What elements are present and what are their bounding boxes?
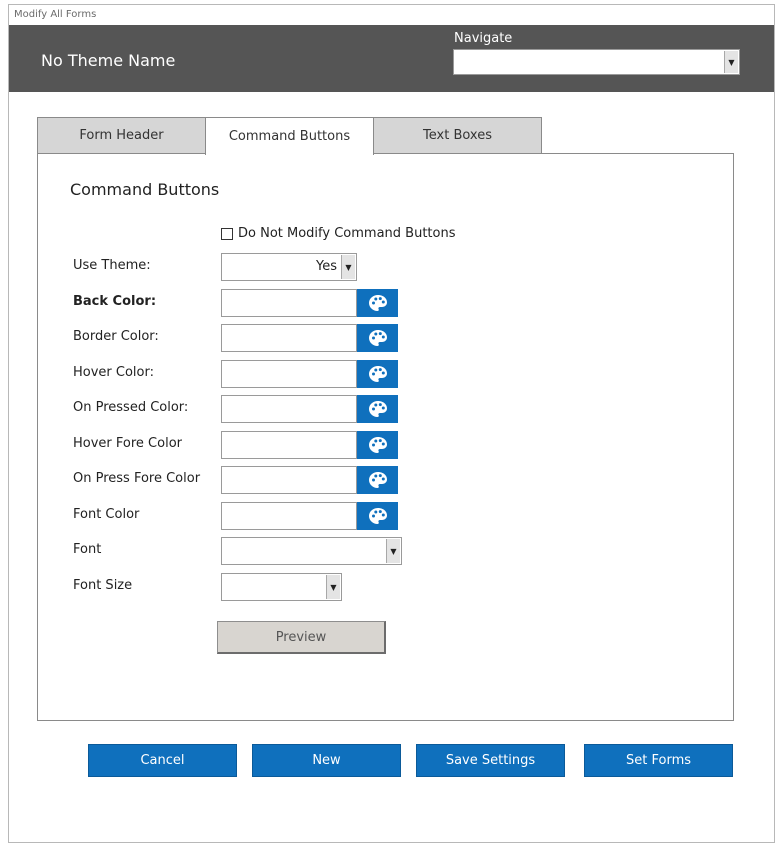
font-size-dropdown[interactable]: ▼ [221, 573, 342, 601]
palette-icon [368, 366, 387, 382]
navigate-dropdown[interactable]: ▼ [453, 49, 740, 75]
hover-fore-color-label: Hover Fore Color [73, 436, 182, 451]
chevron-down-icon[interactable]: ▼ [724, 51, 738, 73]
on-pressed-color-label: On Pressed Color: [73, 400, 189, 415]
section-title: Command Buttons [70, 180, 220, 199]
save-settings-button[interactable]: Save Settings [416, 744, 565, 777]
do-not-modify-checkbox[interactable] [221, 227, 233, 240]
border-color-field[interactable] [221, 324, 357, 352]
on-press-fore-color-field[interactable] [221, 466, 357, 494]
window-title: Modify All Forms [14, 9, 97, 20]
tab-label: Text Boxes [423, 128, 492, 143]
border-color-label: Border Color: [73, 329, 159, 344]
cancel-button[interactable]: Cancel [88, 744, 237, 777]
hover-fore-color-field[interactable] [221, 431, 357, 459]
palette-icon [368, 295, 387, 311]
on-pressed-color-field[interactable] [221, 395, 357, 423]
font-color-field[interactable] [221, 502, 357, 530]
font-color-label: Font Color [73, 507, 140, 522]
back-color-field[interactable] [221, 289, 357, 317]
do-not-modify-checkbox-row[interactable]: Do Not Modify Command Buttons [221, 226, 455, 241]
chevron-down-icon[interactable]: ▼ [341, 255, 355, 279]
tab-label: Form Header [79, 128, 164, 143]
on-pressed-color-palette-button[interactable] [357, 395, 398, 423]
back-color-palette-button[interactable] [357, 289, 398, 317]
border-color-palette-button[interactable] [357, 324, 398, 352]
chevron-down-icon[interactable]: ▼ [326, 575, 340, 599]
do-not-modify-label: Do Not Modify Command Buttons [238, 226, 456, 241]
font-dropdown[interactable]: ▼ [221, 537, 402, 565]
use-theme-value: Yes [316, 259, 337, 274]
tab-form-header[interactable]: Form Header [37, 117, 206, 153]
theme-header: No Theme Name Navigate ▼ [9, 25, 774, 92]
preview-button[interactable]: Preview [217, 621, 386, 654]
palette-icon [368, 437, 387, 453]
use-theme-label: Use Theme: [73, 258, 151, 273]
palette-icon [368, 330, 387, 346]
navigate-label: Navigate [454, 31, 513, 46]
command-buttons-panel: Command Buttons Do Not Modify Command Bu… [37, 153, 734, 721]
palette-icon [368, 472, 387, 488]
palette-icon [368, 508, 387, 524]
modify-all-forms-window: Modify All Forms No Theme Name Navigate … [8, 4, 775, 843]
palette-icon [368, 401, 387, 417]
hover-fore-color-palette-button[interactable] [357, 431, 398, 459]
font-color-palette-button[interactable] [357, 502, 398, 530]
hover-color-palette-button[interactable] [357, 360, 398, 388]
tab-text-boxes[interactable]: Text Boxes [373, 117, 542, 153]
theme-name: No Theme Name [41, 51, 176, 70]
tab-label: Command Buttons [228, 129, 351, 144]
use-theme-dropdown[interactable]: Yes ▼ [221, 253, 357, 281]
hover-color-label: Hover Color: [73, 365, 154, 380]
hover-color-field[interactable] [221, 360, 357, 388]
font-size-label: Font Size [73, 578, 133, 593]
new-button[interactable]: New [252, 744, 401, 777]
on-press-fore-color-palette-button[interactable] [357, 466, 398, 494]
font-label: Font [73, 542, 102, 557]
on-press-fore-color-label: On Press Fore Color [73, 471, 201, 486]
chevron-down-icon[interactable]: ▼ [386, 539, 400, 563]
back-color-label: Back Color: [73, 294, 157, 309]
set-forms-button[interactable]: Set Forms [584, 744, 733, 777]
tab-command-buttons[interactable]: Command Buttons [205, 117, 374, 155]
